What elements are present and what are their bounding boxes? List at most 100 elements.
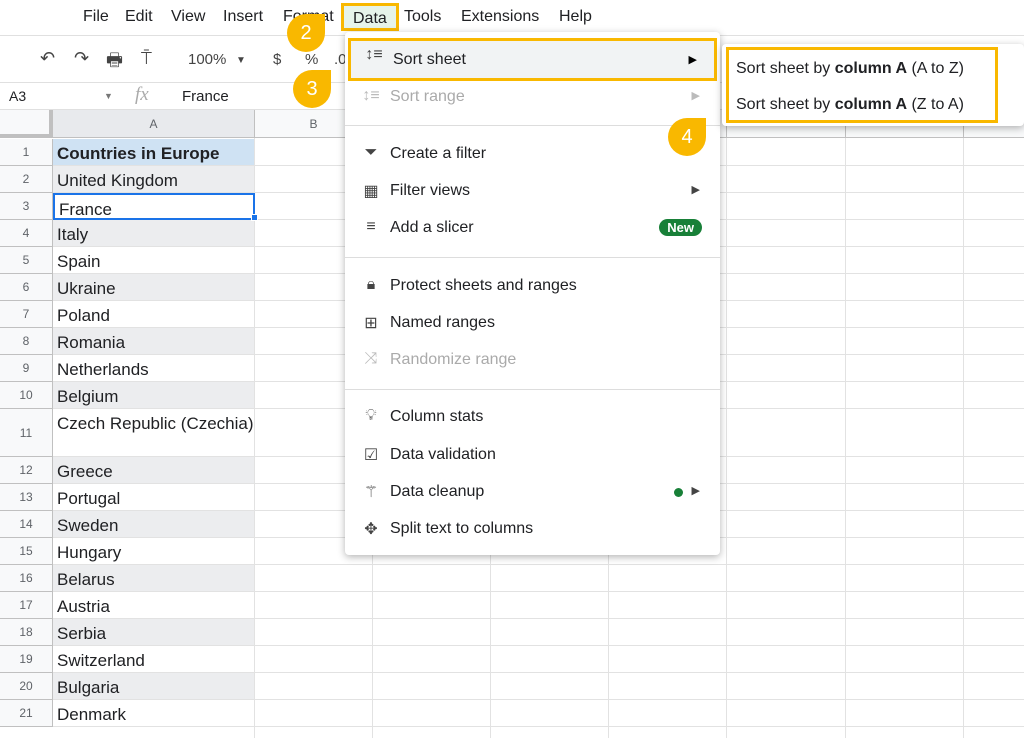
menu-item-sort-sheet[interactable]: ↕≡ Sort sheet ▶ xyxy=(348,38,717,81)
sort-a-to-z[interactable]: Sort sheet by column A (A to Z) xyxy=(736,60,964,78)
status-dot xyxy=(674,488,683,497)
percent-button[interactable]: % xyxy=(305,51,318,68)
cell[interactable]: Hungary xyxy=(53,538,255,565)
menu-data[interactable]: Data xyxy=(341,3,399,31)
cell[interactable]: Bulgaria xyxy=(53,673,255,700)
cell[interactable]: Switzerland xyxy=(53,646,255,673)
arrow-right-icon: ▶ xyxy=(691,184,700,196)
cell[interactable]: Netherlands xyxy=(53,355,255,382)
row-header[interactable]: 4 xyxy=(0,220,53,247)
cell[interactable]: Ukraine xyxy=(53,274,255,301)
menu-item-named-ranges[interactable]: ⊞ Named ranges xyxy=(345,305,720,341)
currency-button[interactable]: $ xyxy=(273,51,281,68)
row-header[interactable]: 14 xyxy=(0,511,53,538)
menu-item-column-stats[interactable]: 💡︎ Column stats xyxy=(345,399,720,435)
cell[interactable]: Sweden xyxy=(53,511,255,538)
cell[interactable]: Greece xyxy=(53,457,255,484)
row-header[interactable]: 16 xyxy=(0,565,53,592)
chevron-down-icon[interactable]: ▼ xyxy=(104,91,113,101)
step-badge: 3 xyxy=(293,70,331,108)
menu-item-data-validation[interactable]: ☑ Data validation xyxy=(345,437,720,473)
redo-icon[interactable]: ↷ xyxy=(74,48,89,69)
print-icon[interactable]: 🖶 xyxy=(106,48,123,78)
paint-format-icon[interactable]: ⍑ xyxy=(141,48,152,69)
row-header[interactable]: 8 xyxy=(0,328,53,355)
cell[interactable]: Belarus xyxy=(53,565,255,592)
row-header[interactable]: 12 xyxy=(0,457,53,484)
new-badge: New xyxy=(659,219,702,236)
cell[interactable]: Portugal xyxy=(53,484,255,511)
menu-item-data-cleanup[interactable]: ⚚ Data cleanup ▶ xyxy=(345,474,720,510)
cell[interactable]: Czech Republic (Czechia) xyxy=(53,409,255,457)
protect-label: Protect sheets and ranges xyxy=(390,277,577,294)
cell[interactable]: Poland xyxy=(53,301,255,328)
menu-help[interactable]: Help xyxy=(559,8,592,26)
cell[interactable]: Romania xyxy=(53,328,255,355)
sort-range-label: Sort range xyxy=(390,88,465,105)
row-header[interactable]: 19 xyxy=(0,646,53,673)
undo-icon[interactable]: ↶ xyxy=(40,48,55,69)
name-box[interactable]: A3 xyxy=(9,88,26,104)
row-header[interactable]: 6 xyxy=(0,274,53,301)
menu-tools[interactable]: Tools xyxy=(404,8,441,26)
cell[interactable]: Belgium xyxy=(53,382,255,409)
menu-item-add-slicer[interactable]: ≡ Add a slicer New xyxy=(345,210,720,246)
menu-item-protect[interactable]: 🔒︎ Protect sheets and ranges xyxy=(345,268,720,304)
shuffle-icon: ⤨ xyxy=(364,350,378,367)
grid-line xyxy=(255,699,1024,700)
label: (A to Z) xyxy=(907,60,964,77)
menu-item-filter-views[interactable]: ▦ Filter views ▶ xyxy=(345,173,720,209)
cell[interactable]: United Kingdom xyxy=(53,166,255,193)
row-header[interactable]: 2 xyxy=(0,166,53,193)
row-header[interactable]: 1 xyxy=(0,139,53,166)
formula-input[interactable]: France xyxy=(182,88,229,105)
row-header[interactable]: 9 xyxy=(0,355,53,382)
sort-submenu: Sort sheet by column A (A to Z) Sort she… xyxy=(722,44,1024,126)
arrow-right-icon: ▶ xyxy=(688,54,697,66)
row-header[interactable]: 18 xyxy=(0,619,53,646)
corner-cell[interactable] xyxy=(0,110,53,138)
row-header[interactable]: 20 xyxy=(0,673,53,700)
divider xyxy=(345,257,720,258)
chevron-down-icon[interactable]: ▼ xyxy=(236,55,246,66)
grid-line xyxy=(255,618,1024,619)
label: Sort sheet by xyxy=(736,96,835,113)
label: (Z to A) xyxy=(907,96,964,113)
row-header[interactable]: 7 xyxy=(0,301,53,328)
cell[interactable]: Serbia xyxy=(53,619,255,646)
split-icon: ✥ xyxy=(364,521,378,538)
row-header[interactable]: 5 xyxy=(0,247,53,274)
row-header[interactable]: 15 xyxy=(0,538,53,565)
cell[interactable]: Italy xyxy=(53,220,255,247)
selected-cell[interactable]: France xyxy=(53,193,255,220)
menu-item-create-filter[interactable]: ⏷ Create a filter xyxy=(345,136,720,172)
menu-view[interactable]: View xyxy=(171,8,205,26)
filter-views-icon: ▦ xyxy=(363,183,379,200)
filter-views-label: Filter views xyxy=(390,182,471,199)
menu-file[interactable]: File xyxy=(83,8,109,26)
zoom-select[interactable]: 100% xyxy=(188,51,226,68)
menu-extensions[interactable]: Extensions xyxy=(461,8,539,26)
fill-handle[interactable] xyxy=(251,214,258,221)
grid-line xyxy=(255,564,1024,565)
step-badge: 2 xyxy=(287,14,325,52)
sort-sheet-label: Sort sheet xyxy=(393,51,466,68)
row-header[interactable]: 13 xyxy=(0,484,53,511)
row-header[interactable]: 11 xyxy=(0,409,53,457)
named-ranges-label: Named ranges xyxy=(390,314,495,331)
column-header[interactable]: A xyxy=(53,110,255,138)
row-header[interactable]: 17 xyxy=(0,592,53,619)
filter-icon: ⏷ xyxy=(364,144,378,161)
grid-line xyxy=(255,591,1024,592)
sort-z-to-a[interactable]: Sort sheet by column A (Z to A) xyxy=(736,96,964,114)
row-header[interactable]: 3 xyxy=(0,193,53,220)
cell[interactable]: Countries in Europe xyxy=(53,139,255,166)
menu-item-split-text[interactable]: ✥ Split text to columns xyxy=(345,511,720,547)
validation-icon: ☑ xyxy=(363,447,379,464)
cell[interactable]: Austria xyxy=(53,592,255,619)
menu-edit[interactable]: Edit xyxy=(125,8,153,26)
row-header[interactable]: 10 xyxy=(0,382,53,409)
menu-insert[interactable]: Insert xyxy=(223,8,263,26)
create-filter-label: Create a filter xyxy=(390,145,487,162)
cell[interactable]: Spain xyxy=(53,247,255,274)
